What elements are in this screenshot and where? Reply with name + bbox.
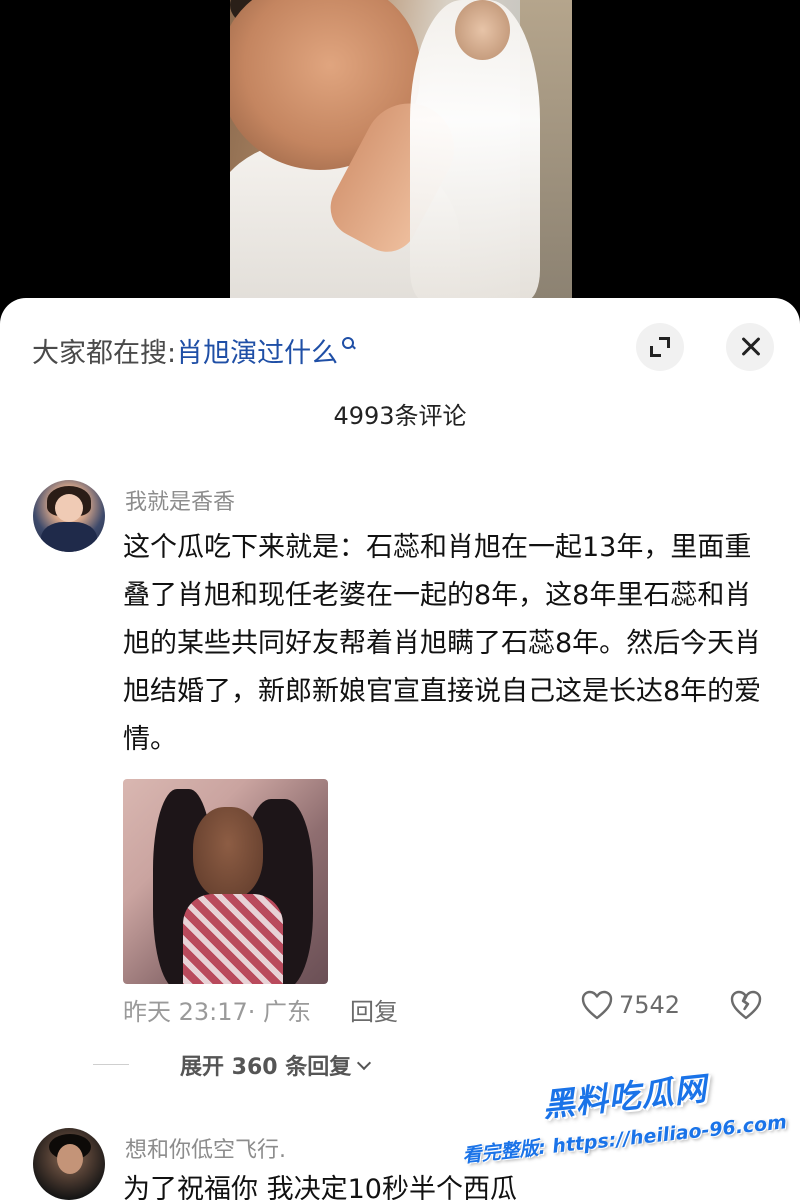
like-count: 7542 (619, 991, 681, 1019)
avatar[interactable] (33, 1128, 105, 1200)
broken-heart-icon[interactable] (730, 990, 762, 1020)
comment-text: 为了祝福你 我决定10秒半个西瓜 (123, 1174, 517, 1200)
chevron-down-icon (357, 1055, 372, 1070)
expand-replies-label: 展开 360 条回复 (180, 1055, 352, 1080)
comment-time-location: 昨天 23:17· 广东 (123, 998, 312, 1026)
reply-button[interactable]: 回复 (350, 992, 398, 1027)
close-icon (739, 336, 761, 358)
avatar[interactable] (33, 480, 105, 552)
search-icon (342, 337, 355, 349)
comment-count: 4993条评论 (333, 402, 467, 430)
trending-search-term[interactable]: 肖旭演过什么 (176, 331, 338, 370)
comment-meta: 昨天 23:17· 广东 回复 7542 (123, 990, 773, 1026)
expand-button[interactable] (636, 323, 684, 371)
heart-icon (581, 990, 613, 1020)
video-frame[interactable] (230, 0, 572, 300)
video-player[interactable] (0, 0, 800, 300)
expand-icon (650, 337, 670, 357)
comment-sheet: 大家都在搜: 肖旭演过什么 4993条评论 我就是香香 这个瓜吃下来就是：石蕊和… (0, 298, 800, 1200)
comment-text: 这个瓜吃下来就是：石蕊和肖旭在一起13年，里面重叠了肖旭和现任老婆在一起的8年，… (123, 532, 762, 755)
comment-image[interactable] (123, 779, 328, 984)
trending-search[interactable]: 大家都在搜: 肖旭演过什么 (32, 328, 355, 372)
trending-search-prefix: 大家都在搜: (32, 337, 177, 369)
comment-username[interactable]: 想和你低空飞行. (125, 1132, 286, 1164)
video-bride-head (455, 0, 510, 60)
expand-replies-button[interactable]: 展开 360 条回复 (93, 1050, 372, 1080)
expand-replies-divider (93, 1064, 129, 1065)
like-button[interactable]: 7542 (581, 990, 680, 1020)
close-button[interactable] (726, 323, 774, 371)
comment-username[interactable]: 我就是香香 (125, 484, 235, 516)
